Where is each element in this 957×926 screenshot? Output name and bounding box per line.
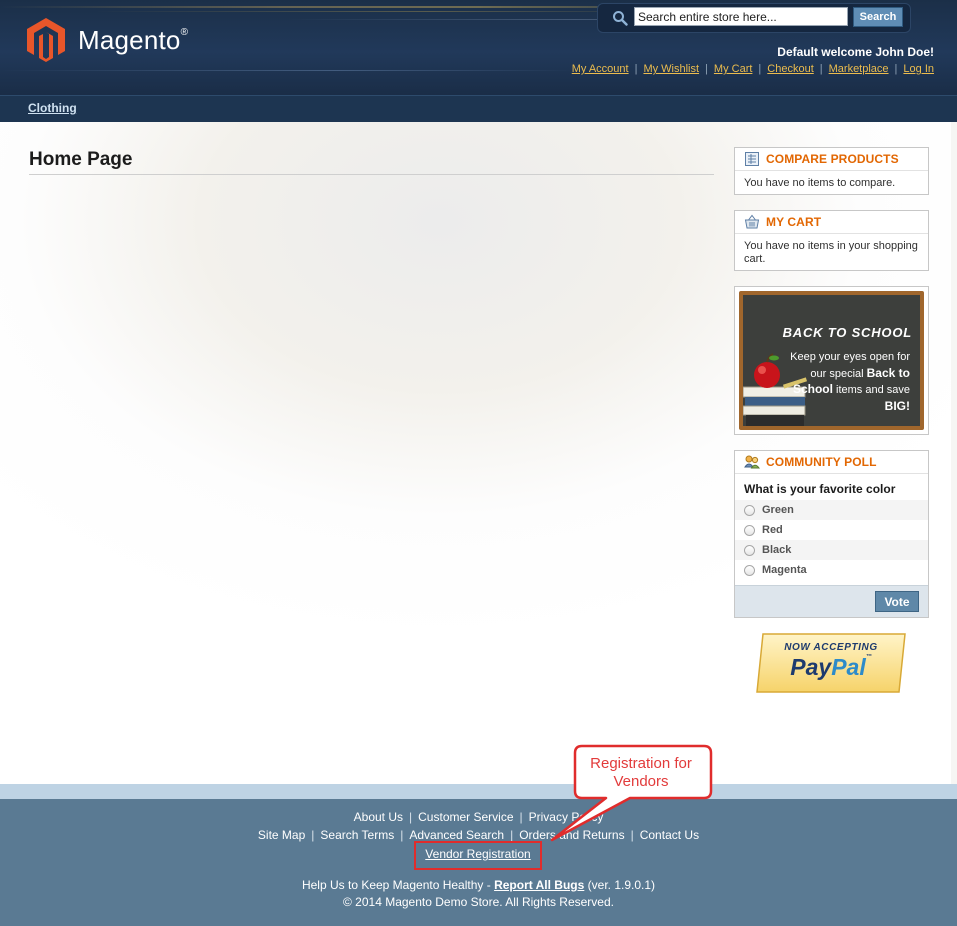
block-title: COMMUNITY POLL: [766, 455, 877, 469]
link-separator: |: [400, 828, 404, 842]
radio-button[interactable]: [744, 504, 755, 516]
footer-link-contact-us[interactable]: Contact Us: [640, 828, 699, 842]
poll-option-label: Green: [762, 504, 794, 516]
back-to-school-banner[interactable]: BACK TO SCHOOL Keep your eyes open for o…: [734, 286, 929, 435]
link-marketplace[interactable]: Marketplace: [829, 63, 889, 75]
vote-button[interactable]: Vote: [875, 591, 919, 612]
block-header: COMMUNITY POLL: [735, 451, 928, 474]
title-divider: [29, 174, 714, 175]
copyright: © 2014 Magento Demo Store. All Rights Re…: [343, 895, 614, 909]
search-button[interactable]: Search: [853, 7, 903, 27]
footer-link-search-terms[interactable]: Search Terms: [320, 828, 394, 842]
block-title: COMPARE PRODUCTS: [766, 152, 899, 166]
logo[interactable]: Magento®: [26, 17, 188, 63]
link-my-account[interactable]: My Account: [572, 63, 629, 75]
basket-icon: [744, 214, 760, 229]
main-nav: Clothing: [0, 95, 957, 122]
link-separator: |: [705, 63, 708, 75]
compare-products-block: COMPARE PRODUCTS You have no items to co…: [734, 147, 929, 195]
link-separator: |: [311, 828, 315, 842]
link-separator: |: [519, 810, 523, 824]
compare-empty-text: You have no items to compare.: [744, 177, 896, 189]
link-my-cart[interactable]: My Cart: [714, 63, 753, 75]
nav-item-clothing[interactable]: Clothing: [28, 101, 77, 115]
paypal-badge[interactable]: NOW ACCEPTING PayPal™: [755, 632, 907, 694]
block-header: COMPARE PRODUCTS: [735, 148, 928, 171]
cart-empty-text: You have no items in your shopping cart.: [744, 240, 918, 265]
footer-link-advanced-search[interactable]: Advanced Search: [409, 828, 504, 842]
link-separator: |: [894, 63, 898, 75]
footer-link-about-us[interactable]: About Us: [354, 810, 403, 824]
link-separator: |: [634, 63, 638, 75]
chalkboard-frame: BACK TO SCHOOL Keep your eyes open for o…: [739, 291, 924, 430]
poll-option-black[interactable]: Black: [735, 540, 928, 560]
poll-option-green[interactable]: Green: [735, 500, 928, 520]
radio-button[interactable]: [744, 564, 755, 576]
link-separator: |: [819, 63, 823, 75]
radio-button[interactable]: [744, 524, 755, 536]
link-separator: |: [758, 63, 762, 75]
block-header: MY CART: [735, 211, 928, 234]
footer-link-orders-returns[interactable]: Orders and Returns: [519, 828, 624, 842]
poll-option-label: Magenta: [762, 564, 807, 576]
footer-help-text: Help Us to Keep Magento Healthy - Report…: [301, 878, 656, 892]
footer-link-privacy-policy[interactable]: Privacy Policy: [529, 810, 604, 824]
callout-text: Registration for Vendors: [590, 755, 692, 790]
logo-text: Magento®: [78, 24, 189, 55]
footer-links-row: About Us | Customer Service | Privacy Po…: [0, 810, 957, 824]
paypal-logo: PayPal™: [790, 654, 872, 680]
poll-option-label: Black: [762, 544, 792, 556]
link-checkout[interactable]: Checkout: [767, 63, 813, 75]
radio-button[interactable]: [744, 544, 755, 556]
search-icon: [613, 11, 628, 26]
link-separator: |: [409, 810, 413, 824]
banner-text: Keep your eyes open for our special Back…: [790, 351, 910, 413]
search-input[interactable]: [634, 7, 848, 26]
poll-actions: Vote: [735, 585, 928, 617]
my-cart-block: MY CART You have no items in your shoppi…: [734, 210, 929, 271]
welcome-message: Default welcome John Doe!: [777, 45, 934, 59]
poll-option-magenta[interactable]: Magenta: [735, 560, 928, 580]
poll-question: What is your favorite color: [744, 482, 896, 496]
footer-band: [0, 784, 957, 799]
community-poll-block: COMMUNITY POLL What is your favorite col…: [734, 450, 929, 618]
footer: About Us | Customer Service | Privacy Po…: [0, 799, 957, 926]
block-title: MY CART: [766, 215, 822, 229]
poll-icon: [744, 455, 760, 469]
banner-title: BACK TO SCHOOL: [782, 325, 912, 340]
report-bugs-link[interactable]: Report All Bugs: [494, 878, 584, 892]
poll-option-red[interactable]: Red: [735, 520, 928, 540]
link-my-wishlist[interactable]: My Wishlist: [643, 63, 699, 75]
poll-option-label: Red: [762, 524, 783, 536]
link-separator: |: [510, 828, 514, 842]
link-log-in[interactable]: Log In: [903, 63, 934, 75]
page-title: Home Page: [29, 149, 133, 170]
chalkboard: BACK TO SCHOOL Keep your eyes open for o…: [743, 295, 920, 426]
footer-link-site-map[interactable]: Site Map: [258, 828, 305, 842]
link-separator: |: [630, 828, 634, 842]
footer-links-row: Site Map | Search Terms | Advanced Searc…: [0, 828, 957, 842]
magento-logo-icon: [27, 18, 65, 62]
paypal-caption: NOW ACCEPTING: [784, 642, 878, 653]
footer-link-customer-service[interactable]: Customer Service: [418, 810, 513, 824]
vendor-registration-link[interactable]: Vendor Registration: [414, 847, 542, 861]
top-links: My Account | My Wishlist | My Cart | Che…: [572, 63, 934, 75]
compare-icon: [745, 152, 759, 166]
